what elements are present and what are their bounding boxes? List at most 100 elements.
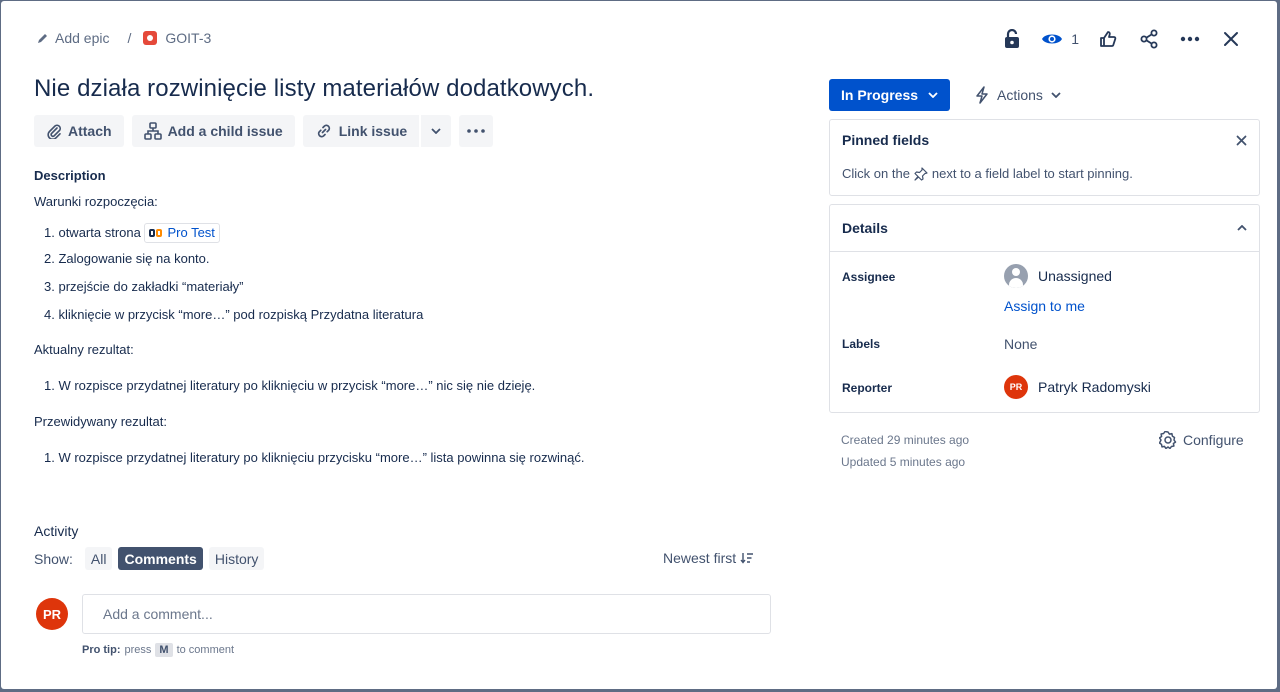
sort-icon [740,553,754,564]
attach-button[interactable]: Attach [34,115,124,147]
breadcrumb-separator: / [127,30,132,46]
link-issue-label: Link issue [338,123,408,139]
list-text: Zalogowanie się na konto. [58,251,210,266]
paperclip-icon [47,124,61,139]
details-panel: Details Assignee Unassigned Assign to me… [829,204,1260,413]
close-icon [1224,32,1238,46]
labels-label: Labels [842,337,881,351]
watch-button[interactable]: 1 [1037,25,1083,53]
actions-label: Actions [997,87,1043,103]
assignee-field[interactable]: Unassigned [1004,264,1112,288]
vote-button[interactable] [1092,25,1124,53]
avatar: PR [36,598,68,630]
issue-key-link[interactable]: GOIT-3 [143,30,211,46]
unassigned-avatar-icon [1004,264,1028,288]
pinned-hint-after: next to a field label to start pinning. [931,166,1133,181]
more-icon [1180,36,1200,42]
chevron-down-icon [928,92,938,98]
pinned-fields-hint: Click on the next to a field label to st… [830,160,1259,181]
show-label: Show: [34,550,73,567]
labels-value[interactable]: None [1004,336,1037,352]
thumbs-up-icon [1100,31,1117,47]
issue-toolbar: Attach Add a child issue Link issue [34,115,494,147]
list-text: przejście do zakładki “materiały” [58,279,244,294]
description-heading: Description [34,168,106,183]
steps-list: 1. otwarta strona Pro Test 2. Zalogowani… [34,223,774,335]
lock-button[interactable] [996,25,1028,53]
configure-button[interactable]: Configure [1159,431,1244,449]
pro-test-link[interactable]: Pro Test [144,223,220,243]
assignee-value: Unassigned [1038,268,1112,284]
share-button[interactable] [1133,25,1165,53]
list-text: W rozpisce przydatnej literatury po klik… [58,378,536,393]
assignee-label: Assignee [842,270,896,284]
list-item: 1. W rozpisce przydatnej literatury po k… [44,450,774,466]
status-dropdown[interactable]: In Progress [829,79,951,111]
link-issue-button[interactable]: Link issue [302,115,420,147]
details-title: Details [842,220,888,236]
attach-label: Attach [68,123,112,139]
shortcut-key: M [155,643,173,657]
add-child-issue-button[interactable]: Add a child issue [131,115,295,147]
issue-title[interactable]: Nie działa rozwinięcie listy materiałów … [34,75,594,103]
add-child-issue-label: Add a child issue [167,123,283,139]
sort-order-button[interactable]: Newest first [663,550,754,566]
chevron-up-icon [1237,225,1247,231]
share-icon [1140,29,1158,49]
list-text: otwarta strona [58,225,141,240]
link-issue-dropdown[interactable] [420,115,452,147]
actual-result-list: 1. W rozpisce przydatnej literatury po k… [34,378,774,394]
details-fields: Assignee Unassigned Assign to me Labels … [830,252,1259,412]
list-item: 2. Zalogowanie się na konto. [44,251,774,279]
header-actions: 1 [987,25,1247,53]
toolbar-more-button[interactable] [459,115,494,147]
description-body[interactable]: Warunki rozpoczęcia: 1. otwarta strona P… [34,194,774,466]
pro-tip: Pro tip: press M to comment [82,643,234,657]
filter-all[interactable]: All [84,547,113,570]
child-issue-icon [143,122,162,140]
pro-tip-label: Pro tip: [82,644,121,656]
filter-comments[interactable]: Comments [118,547,203,570]
pinned-fields-title: Pinned fields [842,132,930,148]
avatar: PR [1004,375,1028,399]
close-icon[interactable] [1236,135,1247,146]
chevron-down-icon [1051,92,1061,98]
configure-label: Configure [1183,432,1244,448]
activity-filter: Show: All Comments History [34,547,265,570]
comment-input[interactable] [82,594,771,634]
assign-to-me-link[interactable]: Assign to me [1004,298,1085,314]
bug-icon [143,31,158,45]
watch-count: 1 [1071,31,1079,47]
actual-result-heading: Aktualny rezultat: [34,342,134,357]
status-label: In Progress [841,87,919,103]
details-header[interactable]: Details [830,205,1259,252]
more-actions-button[interactable] [1174,25,1206,53]
pinned-hint-before: Click on the [842,166,910,181]
link-icon [317,124,330,138]
sort-order-label: Newest first [663,550,737,566]
filter-history[interactable]: History [208,547,265,570]
pro-test-link-label: Pro Test [167,225,215,240]
close-button[interactable] [1215,25,1247,53]
more-icon [467,129,485,133]
pinned-fields-header: Pinned fields [830,120,1259,160]
list-number: 1. [44,225,55,240]
pin-icon [914,166,928,181]
list-item: 1. otwarta strona Pro Test [44,223,774,251]
list-number: 4. [44,307,55,322]
pencil-icon [38,34,47,43]
expected-result-list: 1. W rozpisce przydatnej literatury po k… [34,450,774,466]
list-number: 1. [44,450,55,465]
add-epic-link[interactable]: Add epic [37,30,109,46]
actions-dropdown[interactable]: Actions [967,79,1069,111]
list-item: 3. przejście do zakładki “materiały” [44,279,774,307]
site-favicon-icon [149,229,163,237]
reporter-value: Patryk Radomyski [1038,379,1151,395]
issue-modal: Add epic / GOIT-3 1 Nie działa rozwinięc… [1,1,1277,689]
pro-tip-press: press [124,644,152,656]
created-timestamp: Created 29 minutes ago [841,433,970,447]
eye-icon [1042,34,1063,44]
reporter-field[interactable]: PR Patryk Radomyski [1004,375,1151,399]
pro-tip-rest: to comment [176,644,235,656]
expected-result-heading: Przewidywany rezultat: [34,414,167,429]
